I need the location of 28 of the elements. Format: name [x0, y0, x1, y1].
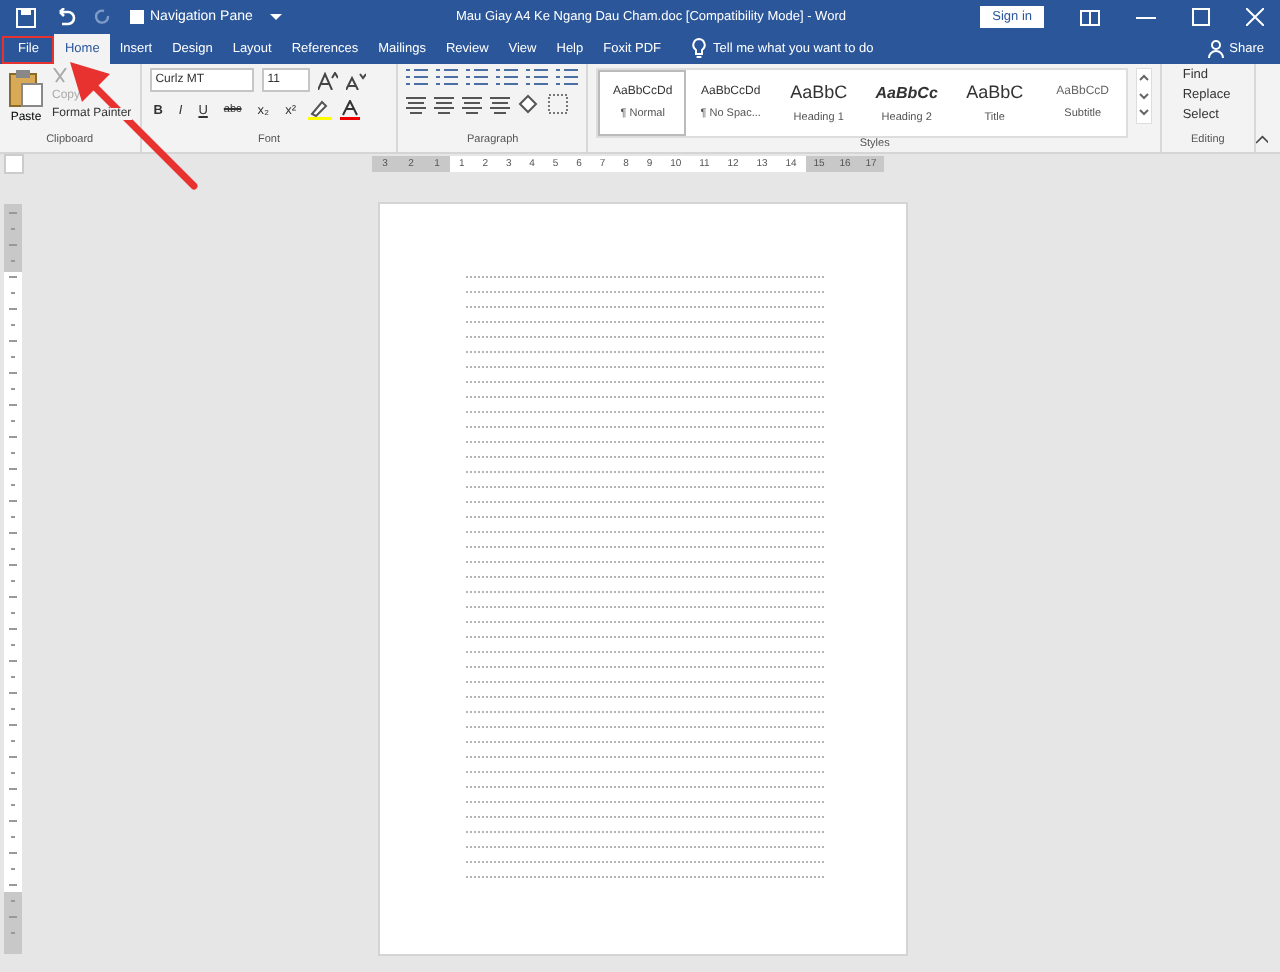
lightbulb-icon [691, 38, 706, 58]
list-icon[interactable] [466, 68, 489, 86]
highlight-icon[interactable] [307, 100, 332, 120]
undo-icon[interactable] [54, 7, 76, 27]
align-icon[interactable] [406, 95, 427, 113]
shading-icon[interactable] [518, 94, 541, 114]
collapse-ribbon-icon[interactable] [1255, 134, 1268, 144]
list-icon[interactable] [406, 68, 429, 86]
maximize-icon[interactable] [1192, 8, 1210, 26]
shrink-font-icon[interactable] [345, 71, 366, 89]
grow-font-icon[interactable] [317, 71, 338, 89]
person-icon[interactable] [1207, 40, 1224, 58]
gallery-scroll-icon[interactable] [1136, 68, 1153, 124]
list-icon[interactable] [436, 68, 459, 86]
list-icon[interactable] [496, 68, 519, 86]
save-icon[interactable] [16, 7, 36, 27]
align-icon[interactable] [434, 95, 455, 113]
align-icon[interactable] [462, 95, 483, 113]
ribbon-display-icon[interactable] [1080, 9, 1100, 25]
list-icon[interactable] [526, 68, 549, 86]
close-icon[interactable] [1246, 8, 1264, 26]
list-icon[interactable] [556, 68, 579, 86]
align-icon[interactable] [490, 95, 511, 113]
font-color-icon[interactable] [339, 100, 360, 120]
redo-icon[interactable] [94, 8, 112, 26]
vertical-ruler[interactable] [4, 204, 22, 954]
borders-icon[interactable] [548, 94, 569, 114]
customize-caret-icon[interactable] [270, 12, 283, 22]
